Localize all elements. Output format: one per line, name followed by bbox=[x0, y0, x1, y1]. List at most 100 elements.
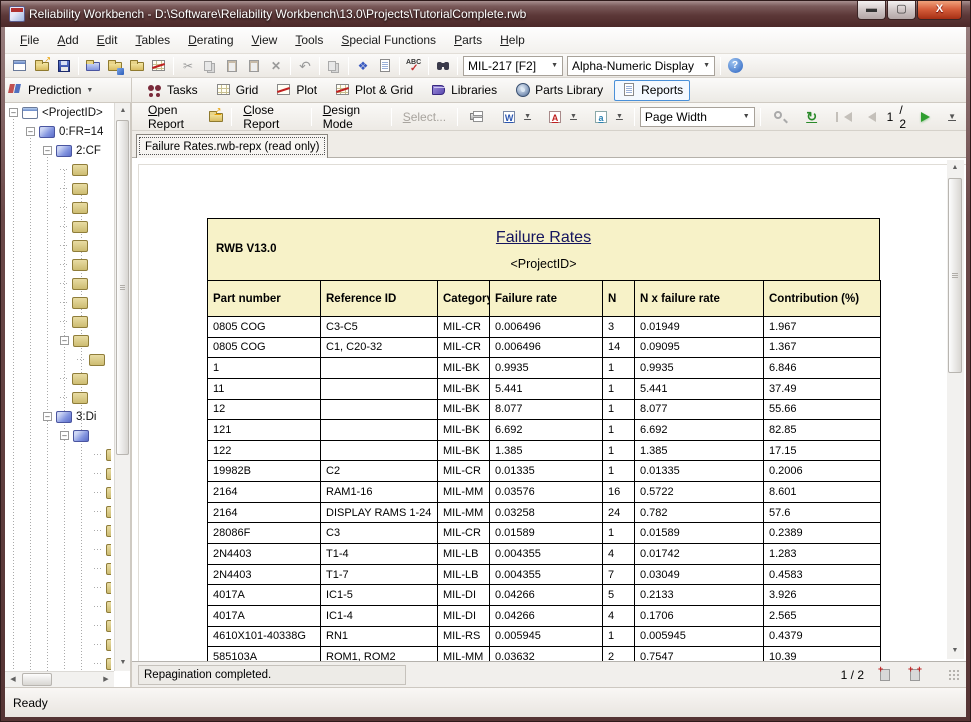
connections-icon[interactable]: ❖ bbox=[352, 55, 374, 76]
scroll-down-icon[interactable]: ▼ bbox=[947, 643, 963, 659]
prediction-menu-button[interactable]: Prediction▼ bbox=[5, 78, 132, 102]
refresh-button[interactable]: ↻ bbox=[796, 106, 828, 128]
tree-item[interactable]: – bbox=[5, 331, 111, 350]
tree-item[interactable] bbox=[5, 502, 111, 521]
export-word-button[interactable]: W▼ bbox=[493, 106, 539, 128]
tree-item[interactable] bbox=[5, 388, 111, 407]
tree-item[interactable] bbox=[5, 597, 111, 616]
close-report-button[interactable]: Close Report bbox=[235, 103, 307, 134]
print-button[interactable] bbox=[461, 106, 493, 128]
tree-item[interactable] bbox=[5, 521, 111, 540]
tree-item[interactable] bbox=[5, 540, 111, 559]
standard-combobox[interactable]: MIL-217 [F2]▼ bbox=[463, 56, 563, 76]
scroll-up-icon[interactable]: ▲ bbox=[947, 160, 963, 176]
new-block-button[interactable] bbox=[82, 55, 104, 76]
minimize-button[interactable]: ▬ bbox=[857, 1, 886, 20]
close-button[interactable]: X bbox=[917, 1, 962, 20]
tree-item[interactable] bbox=[5, 217, 111, 236]
scroll-left-icon[interactable]: ◀ bbox=[5, 672, 21, 687]
report-vertical-scrollbar[interactable]: ▲ ▼ bbox=[947, 160, 964, 659]
tree-item[interactable] bbox=[5, 350, 111, 369]
expander-icon[interactable]: – bbox=[60, 431, 69, 440]
copy-pages-icon[interactable] bbox=[323, 55, 345, 76]
menu-derating[interactable]: Derating bbox=[179, 29, 242, 51]
export-pdf-button[interactable]: A▼ bbox=[539, 106, 585, 128]
tree-item-2CF[interactable]: –2:CF bbox=[5, 141, 111, 160]
tree-horizontal-scrollbar[interactable]: ◀ ▶ bbox=[5, 671, 114, 687]
next-page-button[interactable] bbox=[913, 109, 938, 125]
menu-help[interactable]: Help bbox=[491, 29, 534, 51]
title-bar[interactable]: Reliability Workbench - D:\Software\Reli… bbox=[1, 1, 970, 27]
tree-item[interactable] bbox=[5, 559, 111, 578]
parts-library-button[interactable]: Parts Library bbox=[508, 80, 610, 101]
tree-item[interactable] bbox=[5, 369, 111, 388]
paste-special-icon[interactable] bbox=[243, 55, 265, 76]
transfer-block-button[interactable] bbox=[104, 55, 126, 76]
menu-file[interactable]: File bbox=[11, 29, 48, 51]
report-viewport[interactable]: RWB V13.0 Failure Rates <ProjectID> Part… bbox=[132, 158, 966, 661]
design-mode-button[interactable]: Design Mode bbox=[315, 103, 388, 134]
open-project-button[interactable]: ↗ bbox=[31, 55, 53, 76]
paste-icon[interactable] bbox=[221, 55, 243, 76]
plot-button[interactable]: Plot bbox=[269, 80, 324, 101]
expander-icon[interactable]: – bbox=[26, 127, 35, 136]
expander-icon[interactable]: – bbox=[60, 336, 69, 345]
tree-item[interactable] bbox=[5, 635, 111, 654]
export-text-button[interactable]: a▼ bbox=[585, 106, 631, 128]
reports-button[interactable]: Reports bbox=[614, 80, 690, 101]
tree-item[interactable] bbox=[5, 464, 111, 483]
maximize-button[interactable]: ▢ bbox=[887, 1, 916, 20]
help-icon[interactable]: ? bbox=[724, 55, 746, 76]
copy-icon[interactable] bbox=[199, 55, 221, 76]
save-button[interactable] bbox=[53, 55, 75, 76]
fit-width-icon[interactable] bbox=[908, 667, 924, 683]
libraries-button[interactable]: Libraries bbox=[424, 80, 504, 101]
toolbar-options-button[interactable]: ▼ bbox=[938, 109, 964, 124]
tree-item[interactable]: – bbox=[5, 426, 111, 445]
tasks-button[interactable]: Tasks bbox=[140, 80, 205, 101]
scroll-down-icon[interactable]: ▼ bbox=[115, 655, 131, 671]
new-project-button[interactable] bbox=[9, 55, 31, 76]
undo-icon[interactable]: ↶ bbox=[294, 55, 316, 76]
plot-grid-button[interactable]: Plot & Grid bbox=[328, 80, 420, 101]
menu-tables[interactable]: Tables bbox=[126, 29, 179, 51]
menu-tools[interactable]: Tools bbox=[286, 29, 332, 51]
expander-icon[interactable]: – bbox=[43, 412, 52, 421]
tree-item[interactable] bbox=[5, 293, 111, 312]
tree-item[interactable] bbox=[5, 160, 111, 179]
display-mode-combobox[interactable]: Alpha-Numeric Display▼ bbox=[567, 56, 715, 76]
tree-item[interactable] bbox=[5, 198, 111, 217]
block-button[interactable] bbox=[126, 55, 148, 76]
tree-item[interactable] bbox=[5, 255, 111, 274]
menu-parts[interactable]: Parts bbox=[445, 29, 491, 51]
report-scrollbar-thumb[interactable] bbox=[948, 178, 962, 373]
tree-item[interactable] bbox=[5, 578, 111, 597]
expander-icon[interactable]: – bbox=[9, 108, 18, 117]
menu-special-functions[interactable]: Special Functions bbox=[332, 29, 445, 51]
report-tab[interactable]: Failure Rates.rwb-repx (read only) bbox=[136, 134, 328, 158]
tree-vertical-scrollbar[interactable]: ▲ ▼ bbox=[114, 103, 130, 671]
zoom-combobox[interactable]: Page Width▼ bbox=[640, 107, 755, 127]
expander-icon[interactable]: – bbox=[43, 146, 52, 155]
properties-icon[interactable] bbox=[374, 55, 396, 76]
tree-scrollbar-thumb[interactable] bbox=[116, 120, 129, 455]
menu-edit[interactable]: Edit bbox=[88, 29, 127, 51]
tree-item[interactable] bbox=[5, 236, 111, 255]
tree-item-3Di[interactable]: –3:Di bbox=[5, 407, 111, 426]
find-icon[interactable] bbox=[432, 55, 454, 76]
tree-item[interactable] bbox=[5, 654, 111, 671]
tree-item[interactable] bbox=[5, 274, 111, 293]
fit-page-icon[interactable] bbox=[878, 667, 894, 683]
grid-button[interactable]: Grid bbox=[209, 80, 266, 101]
tree-item[interactable] bbox=[5, 445, 111, 464]
menu-view[interactable]: View bbox=[243, 29, 287, 51]
menu-add[interactable]: Add bbox=[48, 29, 87, 51]
scroll-right-icon[interactable]: ▶ bbox=[98, 672, 114, 687]
delete-icon[interactable]: ✕ bbox=[265, 55, 287, 76]
tree-item[interactable] bbox=[5, 312, 111, 331]
tree-item[interactable] bbox=[5, 616, 111, 635]
cut-icon[interactable]: ✂ bbox=[177, 55, 199, 76]
grid-plot-button[interactable] bbox=[148, 55, 170, 76]
spell-check-icon[interactable]: ABC bbox=[403, 55, 425, 76]
tree-item[interactable] bbox=[5, 483, 111, 502]
